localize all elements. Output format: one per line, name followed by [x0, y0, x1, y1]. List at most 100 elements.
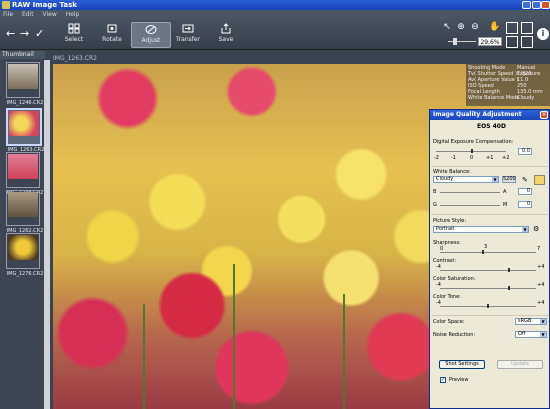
rotate-label: Rotate	[102, 36, 122, 43]
checkmark-icon[interactable]: ✓	[35, 28, 44, 39]
scale-label: +2	[502, 155, 510, 161]
zoom-slider[interactable]	[448, 38, 476, 45]
menu-file[interactable]: File	[3, 11, 13, 18]
wb-g-label: G	[433, 202, 437, 208]
menu-view[interactable]: View	[43, 11, 57, 18]
scale-label: -4	[436, 282, 441, 288]
wb-shift-slider-2[interactable]	[440, 205, 500, 206]
shooting-info-panel: Shooting Mode Manual Exposure Tv( Shutter…	[466, 64, 550, 106]
chevron-down-icon: ▼	[522, 227, 528, 232]
shot-settings-button[interactable]: Shot Settings	[439, 360, 485, 369]
update-button[interactable]: Update	[497, 360, 543, 369]
scale-label: +4	[537, 264, 545, 270]
thumbnail-label: IMG_1276.CR2	[6, 271, 44, 277]
forward-arrow-icon[interactable]: →	[20, 28, 29, 39]
sharpness-label: Sharpness:	[433, 240, 461, 246]
info-row: White Balance Mode Cloudy	[468, 95, 535, 101]
white-balance-label: White Balance:	[433, 169, 471, 175]
rotate-icon	[107, 24, 117, 33]
zoom-value[interactable]: 29,6%	[478, 37, 502, 46]
wb-b-label: B	[433, 189, 437, 195]
back-arrow-icon[interactable]: ←	[6, 28, 15, 39]
color-space-label: Color Space:	[433, 319, 465, 325]
menu-edit[interactable]: Edit	[22, 11, 34, 18]
noise-reduction-select[interactable]: Off ▼	[515, 331, 547, 338]
exposure-value-field[interactable]: 0.0	[518, 148, 532, 155]
select-button[interactable]: Select	[55, 22, 93, 46]
transfer-icon	[182, 24, 194, 33]
folder-icon[interactable]	[534, 175, 545, 185]
thumbnail-item[interactable]: IMG_1276.CR2	[6, 233, 43, 277]
preview-checkbox[interactable]: ✓	[440, 377, 446, 383]
dialog-title: Image Quality Adjustment	[430, 110, 549, 120]
full-screen-icon[interactable]	[521, 36, 533, 48]
stem	[143, 304, 145, 409]
fit-window-icon[interactable]	[506, 36, 518, 48]
chevron-down-icon: ▼	[540, 332, 546, 337]
transfer-label: Transfer	[175, 36, 201, 43]
menu-bar: File Edit View Help	[0, 10, 550, 19]
exposure-slider-knob[interactable]	[471, 149, 473, 153]
wb-shift-value-2[interactable]: 0	[518, 201, 532, 208]
app-icon	[2, 1, 10, 9]
thumbnail-scrollbar[interactable]	[44, 60, 50, 409]
chevron-down-icon: ▼	[540, 319, 546, 324]
transfer-button[interactable]: Transfer	[169, 22, 207, 46]
wb-m-label: M	[503, 202, 508, 208]
zoom-out-icon[interactable]: ⊖	[470, 22, 480, 32]
thumbnail-label: IMG_1246.CR2	[6, 100, 44, 106]
pointer-icon[interactable]: ↖	[442, 22, 452, 32]
save-icon	[221, 23, 231, 34]
contrast-slider[interactable]	[440, 270, 536, 271]
thumbnail-item[interactable]: IMG_1248.CR2	[6, 152, 43, 196]
color-space-select[interactable]: sRGB ▼	[515, 318, 547, 325]
minimize-button[interactable]	[522, 1, 531, 9]
eyedropper-icon[interactable]: ✎	[522, 176, 528, 184]
scale-label: +4	[537, 300, 545, 306]
thumbnail-item[interactable]: IMG_1246.CR2	[6, 62, 43, 106]
scale-label: -1	[451, 155, 456, 161]
single-view-icon[interactable]	[506, 22, 518, 34]
wb-a-label: A	[503, 189, 507, 195]
camera-model: EOS 40D	[477, 123, 506, 130]
menu-help[interactable]: Help	[66, 11, 80, 18]
thumbnail-image	[8, 192, 38, 217]
stem	[343, 294, 345, 409]
wb-shift-value-1[interactable]: 0	[518, 188, 532, 195]
hand-icon[interactable]: ✋	[489, 22, 500, 32]
contrast-slider-knob[interactable]	[508, 268, 510, 272]
zoom-slider-knob[interactable]	[453, 38, 457, 45]
thumbnail-image	[8, 154, 38, 179]
dialog-close-button[interactable]: ×	[540, 111, 548, 119]
save-button[interactable]: Save	[207, 22, 245, 46]
close-button[interactable]	[541, 1, 550, 9]
thumbnail-item[interactable]: IMG_1262.CR2	[6, 190, 43, 234]
info-icon[interactable]: i	[537, 28, 549, 40]
sharpness-slider[interactable]	[440, 252, 536, 253]
wb-shift-slider-1[interactable]	[440, 192, 500, 193]
color-saturation-slider-knob[interactable]	[508, 286, 510, 290]
adjust-label: Adjust	[141, 37, 161, 44]
zoom-in-icon[interactable]: ⊕	[456, 22, 466, 32]
kelvin-field[interactable]: 5200	[502, 176, 516, 183]
scale-label: 0	[440, 246, 444, 252]
sharpness-slider-knob[interactable]	[482, 250, 484, 254]
window-title: RAW Image Task	[12, 1, 77, 9]
white-balance-select[interactable]: Cloudy ▼	[433, 176, 499, 183]
color-tone-slider-knob[interactable]	[487, 304, 489, 308]
thumbnail-item[interactable]: IMG_1263.CR2	[6, 108, 44, 153]
scale-label: +4	[537, 282, 545, 288]
style-settings-icon[interactable]: ⚙	[533, 225, 539, 233]
save-label: Save	[218, 36, 234, 43]
maximize-button[interactable]	[532, 1, 541, 9]
grid-icon	[68, 23, 80, 34]
image-quality-dialog: Image Quality Adjustment × EOS 40D Digit…	[429, 109, 550, 409]
scale-label: +1	[486, 155, 494, 161]
thumbnail-image	[9, 111, 39, 136]
color-saturation-slider[interactable]	[440, 288, 536, 289]
image-filename: IMG_1263.CR2	[53, 55, 97, 62]
split-view-icon[interactable]	[521, 22, 533, 34]
picture-style-select[interactable]: Portrait ▼	[433, 226, 529, 233]
adjust-button[interactable]: Adjust	[131, 22, 171, 48]
rotate-button[interactable]: Rotate	[93, 22, 131, 46]
